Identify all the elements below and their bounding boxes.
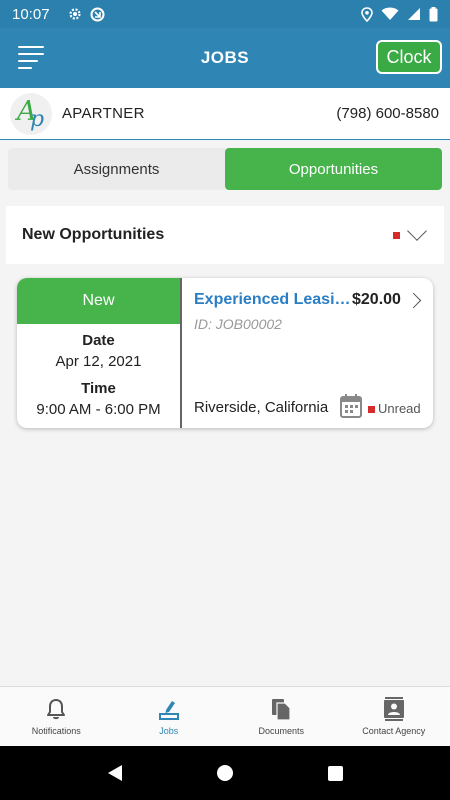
location-icon <box>361 6 373 22</box>
unread-indicator <box>393 231 400 239</box>
nav-label: Documents <box>258 726 305 736</box>
section-title: New Opportunities <box>22 226 165 243</box>
date-value: Apr 12, 2021 <box>55 353 142 370</box>
job-id: ID: JOB00002 <box>194 316 282 332</box>
status-time: 10:07 <box>12 5 50 23</box>
back-icon[interactable] <box>107 765 122 781</box>
nav-label: Notifications <box>31 726 81 736</box>
partner-phone[interactable]: (798) 600-8580 <box>336 105 439 122</box>
system-nav-bar <box>0 746 450 800</box>
status-bar: 10:07 <box>0 0 450 28</box>
bell-icon <box>47 699 66 720</box>
job-card[interactable]: New Date Apr 12, 2021 Time 9:00 AM - 6:0… <box>17 278 433 428</box>
time-value: 9:00 AM - 6:00 PM <box>36 401 161 418</box>
bottom-nav: Notifications Jobs Documents Contact Age… <box>0 686 450 746</box>
nav-jobs[interactable]: Jobs <box>113 687 226 746</box>
documents-icon <box>272 699 291 721</box>
nav-contact-agency[interactable]: Contact Agency <box>338 687 450 746</box>
partner-header: A p APARTNER (798) 600-8580 <box>0 88 450 140</box>
app-bar: JOBS Clock <box>0 28 450 88</box>
clock-button[interactable]: Clock <box>376 40 442 74</box>
time-label: Time <box>81 380 116 397</box>
job-card-schedule: New Date Apr 12, 2021 Time 9:00 AM - 6:0… <box>17 278 182 428</box>
calendar-icon[interactable] <box>340 394 362 418</box>
nav-label: Jobs <box>159 726 179 736</box>
battery-icon <box>429 6 438 21</box>
job-title[interactable]: Experienced Leasing Agent <box>194 291 352 309</box>
status-left: 10:07 <box>12 6 105 23</box>
jobs-icon <box>158 701 179 720</box>
partner-name: APARTNER <box>62 105 145 122</box>
sync-icon <box>90 7 105 21</box>
chevron-right-icon[interactable] <box>405 292 422 309</box>
job-card-details: Experienced Leasing Agent $20.00 ID: JOB… <box>182 278 433 428</box>
menu-icon[interactable] <box>18 46 44 70</box>
logo-letter-p: p <box>30 106 45 132</box>
job-location: Riverside, California <box>194 399 329 416</box>
home-icon[interactable] <box>216 765 233 781</box>
new-opportunities-header[interactable]: New Opportunities <box>6 206 444 264</box>
unread-dot <box>368 406 375 413</box>
tab-assignments[interactable]: Assignments <box>8 148 225 190</box>
job-tabs: Assignments Opportunities <box>8 148 442 190</box>
recent-apps-icon[interactable] <box>327 765 343 781</box>
gear-icon <box>68 8 81 20</box>
partner-logo: A p <box>10 92 52 135</box>
read-status: Unread <box>378 401 421 416</box>
contact-icon <box>383 697 404 721</box>
signal-icon <box>408 8 420 20</box>
status-badge: New <box>17 278 180 324</box>
status-right <box>361 6 438 22</box>
wifi-icon <box>381 7 399 20</box>
nav-label: Contact Agency <box>362 726 426 736</box>
nav-notifications[interactable]: Notifications <box>0 687 113 746</box>
date-label: Date <box>82 332 115 349</box>
chevron-down-icon[interactable] <box>407 221 427 241</box>
job-price: $20.00 <box>352 291 401 308</box>
nav-documents[interactable]: Documents <box>225 687 338 746</box>
tab-opportunities[interactable]: Opportunities <box>225 148 442 190</box>
